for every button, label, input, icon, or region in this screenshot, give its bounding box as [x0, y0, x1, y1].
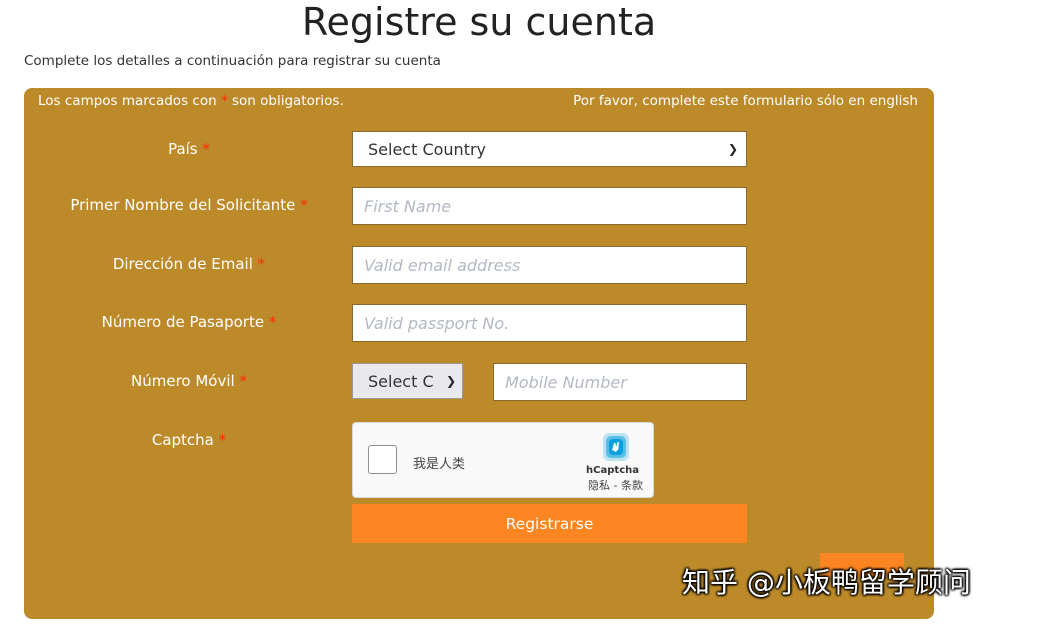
watermark: 知乎 @小板鸭留学顾问 — [682, 561, 971, 601]
hcaptcha-brand: hCaptcha — [586, 465, 639, 476]
captcha-label-text: Captcha — [151, 431, 214, 449]
required-note: Los campos marcados con * son obligatori… — [38, 93, 344, 109]
first-name-label-text: Primer Nombre del Solicitante — [70, 196, 296, 214]
required-asterisk: * — [220, 93, 228, 109]
country-label: País * — [44, 140, 334, 158]
required-asterisk: * — [239, 372, 247, 390]
email-placeholder: Valid email address — [364, 255, 521, 275]
passport-placeholder: Valid passport No. — [364, 313, 510, 333]
first-name-label: Primer Nombre del Solicitante * — [44, 196, 334, 214]
mobile-label: Número Móvil * — [44, 372, 334, 390]
passport-label: Número de Pasaporte * — [44, 313, 334, 331]
required-note-prefix: Los campos marcados con — [38, 93, 217, 109]
country-label-text: País — [168, 140, 198, 158]
hcaptcha-links[interactable]: 隐私 - 条款 — [588, 477, 643, 493]
hcaptcha-logo-icon — [599, 431, 633, 467]
first-name-placeholder: First Name — [364, 196, 452, 216]
register-button[interactable]: Registrarse — [352, 504, 747, 543]
email-label: Dirección de Email * — [44, 255, 334, 273]
country-code-select[interactable]: Select C ❯ — [352, 363, 463, 399]
passport-label-text: Número de Pasaporte — [101, 313, 265, 331]
email-label-text: Dirección de Email — [112, 255, 253, 273]
mobile-input[interactable]: Mobile Number — [493, 363, 747, 401]
required-asterisk: * — [218, 431, 227, 449]
hcaptcha-widget: 我是人类 hCaptcha 隐私 - 条款 — [352, 422, 654, 498]
chevron-down-icon: ❯ — [727, 142, 738, 156]
captcha-checkbox-label: 我是人类 — [413, 457, 466, 472]
chevron-down-icon: ❯ — [445, 374, 456, 388]
page-subtitle: Complete los detalles a continuación par… — [24, 53, 441, 69]
passport-input[interactable]: Valid passport No. — [352, 304, 747, 342]
registration-form: Los campos marcados con * son obligatori… — [24, 88, 934, 619]
captcha-label: Captcha * — [44, 431, 334, 449]
country-select-value: Select Country — [368, 139, 487, 159]
language-note: Por favor, complete este formulario sólo… — [573, 93, 918, 109]
watermark-text: 知乎 @小板鸭留学顾问 — [682, 566, 971, 599]
required-note-suffix: son obligatorios. — [231, 93, 344, 109]
required-asterisk: * — [300, 196, 308, 214]
required-asterisk: * — [268, 313, 277, 331]
first-name-input[interactable]: First Name — [352, 187, 747, 225]
country-select[interactable]: Select Country ❯ — [352, 131, 747, 167]
country-code-value: Select C — [368, 371, 434, 391]
captcha-checkbox[interactable] — [368, 445, 397, 474]
required-asterisk: * — [202, 140, 210, 158]
mobile-placeholder: Mobile Number — [505, 372, 627, 392]
required-asterisk: * — [257, 255, 266, 273]
email-input[interactable]: Valid email address — [352, 246, 747, 284]
page-title: Registre su cuenta — [301, 0, 657, 44]
mobile-label-text: Número Móvil — [131, 372, 235, 390]
